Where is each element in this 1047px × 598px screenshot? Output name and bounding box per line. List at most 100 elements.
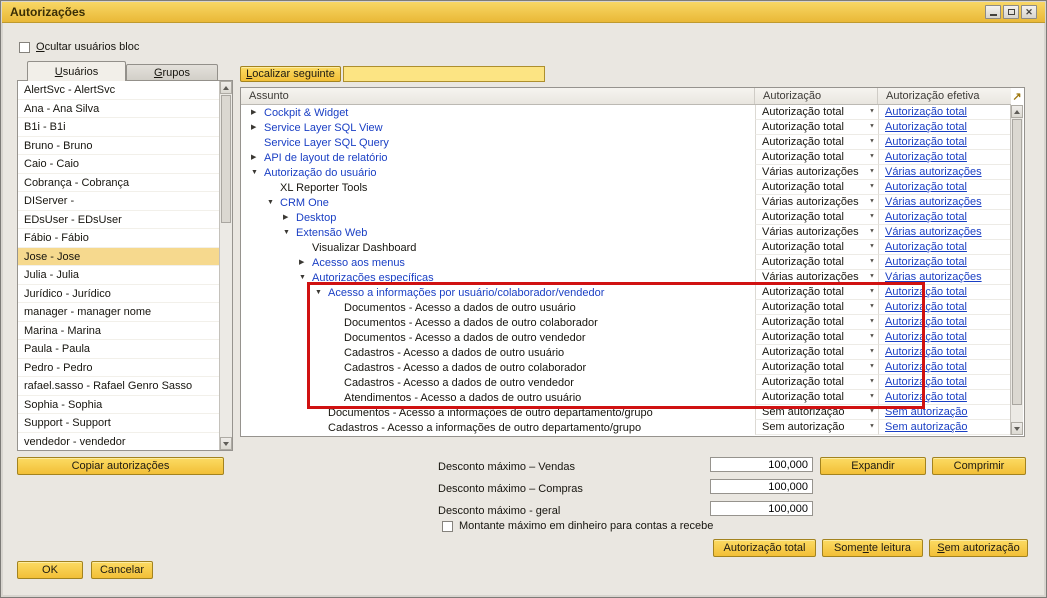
user-list-item[interactable]: Caio - Caio xyxy=(18,155,219,174)
scrollbar-thumb[interactable] xyxy=(221,95,231,223)
table-row[interactable]: ▼Autorização do usuárioVárias autorizaçõ… xyxy=(241,165,1011,180)
table-row[interactable]: ▼CRM OneVárias autorizações▼Várias autor… xyxy=(241,195,1011,210)
authorization-dropdown[interactable]: Várias autorizações▼ xyxy=(755,195,878,210)
maximize-button[interactable] xyxy=(1003,5,1019,19)
user-list-item[interactable]: Marina - Marina xyxy=(18,322,219,341)
table-row[interactable]: ▼Acesso a informações por usuário/colabo… xyxy=(241,285,1011,300)
effective-authorization-link[interactable]: Várias autorizações xyxy=(885,271,982,283)
user-list-item[interactable]: EDsUser - EDsUser xyxy=(18,211,219,230)
authorization-dropdown[interactable]: Autorização total▼ xyxy=(755,345,878,360)
table-row[interactable]: ▼Autorizações específicasVárias autoriza… xyxy=(241,270,1011,285)
authorization-dropdown[interactable]: Várias autorizações▼ xyxy=(755,270,878,285)
user-list-item[interactable]: Jose - Jose xyxy=(18,248,219,267)
user-list-item[interactable]: Fábio - Fábio xyxy=(18,229,219,248)
max-cash-checkbox[interactable]: Montante máximo em dinheiro para contas … xyxy=(442,519,713,533)
effective-authorization-link[interactable]: Autorização total xyxy=(885,391,967,403)
tree-expand-icon[interactable]: ▶ xyxy=(251,154,264,161)
table-row[interactable]: ▶DesktopAutorização total▼Autorização to… xyxy=(241,210,1011,225)
effective-authorization-link[interactable]: Autorização total xyxy=(885,151,967,163)
authorization-dropdown[interactable]: Autorização total▼ xyxy=(755,360,878,375)
authorization-dropdown[interactable]: Sem autorização▼ xyxy=(755,420,878,435)
authorization-dropdown[interactable]: Autorização total▼ xyxy=(755,105,878,120)
tree-collapse-icon[interactable]: ▼ xyxy=(283,229,296,236)
expand-button[interactable]: Expandir xyxy=(820,457,926,475)
scroll-up-icon[interactable] xyxy=(220,81,232,94)
effective-authorization-link[interactable]: Autorização total xyxy=(885,181,967,193)
table-row[interactable]: Visualizar DashboardAutorização total▼Au… xyxy=(241,240,1011,255)
table-row[interactable]: Cadastros - Acesso a dados de outro vend… xyxy=(241,375,1011,390)
table-row[interactable]: ▶Cockpit & WidgetAutorização total▼Autor… xyxy=(241,105,1011,120)
tree-expand-icon[interactable]: ▶ xyxy=(283,214,296,221)
tree-collapse-icon[interactable]: ▼ xyxy=(267,199,280,206)
table-row[interactable]: Service Layer SQL QueryAutorização total… xyxy=(241,135,1011,150)
authorization-dropdown[interactable]: Autorização total▼ xyxy=(755,330,878,345)
table-row[interactable]: Documentos - Acesso a dados de outro ven… xyxy=(241,330,1011,345)
copy-authorizations-button[interactable]: Copiar autorizações xyxy=(17,457,224,475)
effective-authorization-link[interactable]: Autorização total xyxy=(885,316,967,328)
user-list-item[interactable]: AlertSvc - AlertSvc xyxy=(18,81,219,100)
authorization-dropdown[interactable]: Autorização total▼ xyxy=(755,240,878,255)
hide-blocked-users-checkbox[interactable]: Ocultar usuários bloc xyxy=(19,40,139,54)
tree-collapse-icon[interactable]: ▼ xyxy=(251,169,264,176)
cancel-button[interactable]: Cancelar xyxy=(91,561,153,579)
user-list-item[interactable]: B1i - B1i xyxy=(18,118,219,137)
checkbox-box[interactable] xyxy=(442,521,453,532)
scroll-up-icon[interactable] xyxy=(1011,105,1023,118)
tree-expand-icon[interactable]: ▶ xyxy=(251,109,264,116)
titlebar[interactable]: Autorizações ✕ xyxy=(2,2,1045,23)
effective-authorization-link[interactable]: Autorização total xyxy=(885,241,967,253)
authorization-dropdown[interactable]: Autorização total▼ xyxy=(755,180,878,195)
effective-authorization-link[interactable]: Autorização total xyxy=(885,106,967,118)
user-list-item[interactable]: vendedor - vendedor xyxy=(18,433,219,451)
full-authorization-button[interactable]: Autorização total xyxy=(713,539,816,557)
discount-compras-input[interactable] xyxy=(710,479,813,494)
checkbox-box[interactable] xyxy=(19,42,30,53)
scroll-down-icon[interactable] xyxy=(1011,422,1023,435)
tree-collapse-icon[interactable]: ▼ xyxy=(299,274,312,281)
tab-usuarios[interactable]: Usuários xyxy=(27,61,126,81)
table-row[interactable]: Cadastros - Acesso a dados de outro cola… xyxy=(241,360,1011,375)
user-list-item[interactable]: Ana - Ana Silva xyxy=(18,100,219,119)
collapse-button[interactable]: Comprimir xyxy=(932,457,1026,475)
effective-authorization-link[interactable]: Autorização total xyxy=(885,376,967,388)
authorization-dropdown[interactable]: Autorização total▼ xyxy=(755,255,878,270)
authorization-dropdown[interactable]: Autorização total▼ xyxy=(755,315,878,330)
tree-expand-icon[interactable]: ▶ xyxy=(251,124,264,131)
user-list-item[interactable]: manager - manager nome xyxy=(18,303,219,322)
table-row[interactable]: ▶Acesso aos menusAutorização total▼Autor… xyxy=(241,255,1011,270)
authorization-dropdown[interactable]: Autorização total▼ xyxy=(755,375,878,390)
find-input[interactable] xyxy=(343,66,545,82)
user-list-item[interactable]: DIServer - xyxy=(18,192,219,211)
read-only-button[interactable]: Somente leitura xyxy=(822,539,923,557)
table-row[interactable]: Cadastros - Acesso a dados de outro usuá… xyxy=(241,345,1011,360)
table-row[interactable]: XL Reporter ToolsAutorização total▼Autor… xyxy=(241,180,1011,195)
effective-authorization-link[interactable]: Autorização total xyxy=(885,286,967,298)
ok-button[interactable]: OK xyxy=(17,561,83,579)
table-row[interactable]: Documentos - Acesso a dados de outro col… xyxy=(241,315,1011,330)
table-row[interactable]: ▶Service Layer SQL ViewAutorização total… xyxy=(241,120,1011,135)
minimize-button[interactable] xyxy=(985,5,1001,19)
table-row[interactable]: Cadastros - Acesso a informações de outr… xyxy=(241,420,1011,435)
scrollbar-thumb[interactable] xyxy=(1012,119,1022,405)
user-list-item[interactable]: Paula - Paula xyxy=(18,340,219,359)
effective-authorization-link[interactable]: Várias autorizações xyxy=(885,196,982,208)
authorization-dropdown[interactable]: Várias autorizações▼ xyxy=(755,165,878,180)
tree-collapse-icon[interactable]: ▼ xyxy=(315,289,328,296)
user-list-item[interactable]: Cobrança - Cobrança xyxy=(18,174,219,193)
effective-authorization-link[interactable]: Autorização total xyxy=(885,361,967,373)
find-next-button[interactable]: Localizar seguinte xyxy=(240,66,341,82)
authorization-dropdown[interactable]: Autorização total▼ xyxy=(755,390,878,405)
effective-authorization-link[interactable]: Autorização total xyxy=(885,346,967,358)
effective-authorization-link[interactable]: Autorização total xyxy=(885,136,967,148)
authorization-dropdown[interactable]: Sem autorização▼ xyxy=(755,405,878,420)
user-list-item[interactable]: Jurídico - Jurídico xyxy=(18,285,219,304)
user-list-item[interactable]: Bruno - Bruno xyxy=(18,137,219,156)
effective-authorization-link[interactable]: Sem autorização xyxy=(885,406,968,418)
table-row[interactable]: ▼Extensão WebVárias autorizações▼Várias … xyxy=(241,225,1011,240)
effective-authorization-link[interactable]: Autorização total xyxy=(885,211,967,223)
effective-authorization-link[interactable]: Várias autorizações xyxy=(885,226,982,238)
effective-authorization-link[interactable]: Autorização total xyxy=(885,256,967,268)
authorization-dropdown[interactable]: Autorização total▼ xyxy=(755,285,878,300)
table-row[interactable]: ▶API de layout de relatórioAutorização t… xyxy=(241,150,1011,165)
effective-authorization-link[interactable]: Autorização total xyxy=(885,331,967,343)
